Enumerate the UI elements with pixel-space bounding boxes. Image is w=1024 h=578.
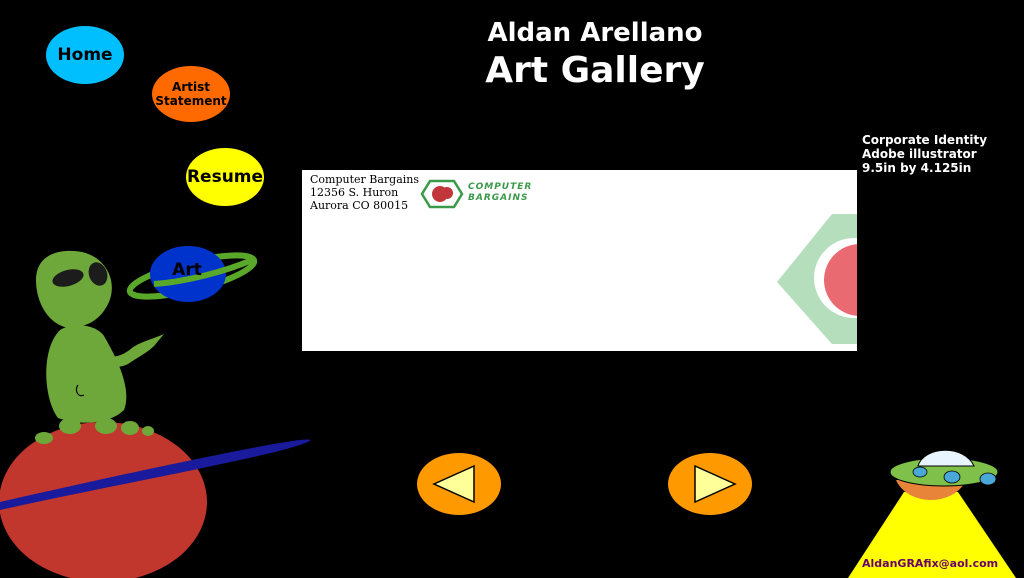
contact-email[interactable]: AldanGRAfix@aol.com xyxy=(862,557,998,570)
nav-resume-label: Resume xyxy=(186,167,264,187)
ufo-window xyxy=(979,472,997,486)
nav-artist-statement-label: Artist Statement xyxy=(155,80,226,108)
nav-home-button[interactable]: Home xyxy=(46,26,124,84)
artwork-software: Adobe illustrator xyxy=(862,147,977,161)
artwork-size: 9.5in by 4.125in xyxy=(862,161,972,175)
logo-text-line2: BARGAINS xyxy=(468,193,529,203)
nav-resume-button[interactable]: Resume xyxy=(186,148,264,206)
artwork-details: Corporate Identity Adobe illustrator 9.5… xyxy=(862,133,987,175)
artist-name: Aldan Arellano xyxy=(487,18,703,48)
ufo-dome xyxy=(917,449,975,467)
nav-home-label: Home xyxy=(57,45,113,65)
address-line-3: Aurora CO 80015 xyxy=(310,199,409,212)
logo-watermark xyxy=(777,214,857,344)
artwork-image: Computer Bargains 12356 S. Huron Aurora … xyxy=(302,170,857,351)
nav-art-label[interactable]: Art xyxy=(158,260,216,280)
nav-artist-statement-line1: Artist xyxy=(172,80,210,94)
page-title: Art Gallery xyxy=(485,50,705,91)
address-line-1: Computer Bargains xyxy=(310,173,420,186)
next-button[interactable] xyxy=(667,452,753,516)
nav-artist-statement-button[interactable]: Artist Statement xyxy=(152,66,230,122)
alien-body xyxy=(46,325,127,423)
company-logo-mark xyxy=(420,179,464,209)
ufo-window xyxy=(943,470,961,484)
nav-artist-statement-line2: Statement xyxy=(155,94,227,108)
ufo-window xyxy=(912,466,928,478)
address-line-2: 12356 S. Huron xyxy=(310,186,399,199)
previous-button[interactable] xyxy=(416,452,502,516)
envelope-return-address: Computer Bargains 12356 S. Huron Aurora … xyxy=(310,173,419,212)
company-logo-text: COMPUTER BARGAINS xyxy=(468,182,532,204)
alien-head xyxy=(36,250,112,328)
artwork-category: Corporate Identity xyxy=(862,133,988,147)
logo-text-line1: COMPUTER xyxy=(468,182,533,192)
